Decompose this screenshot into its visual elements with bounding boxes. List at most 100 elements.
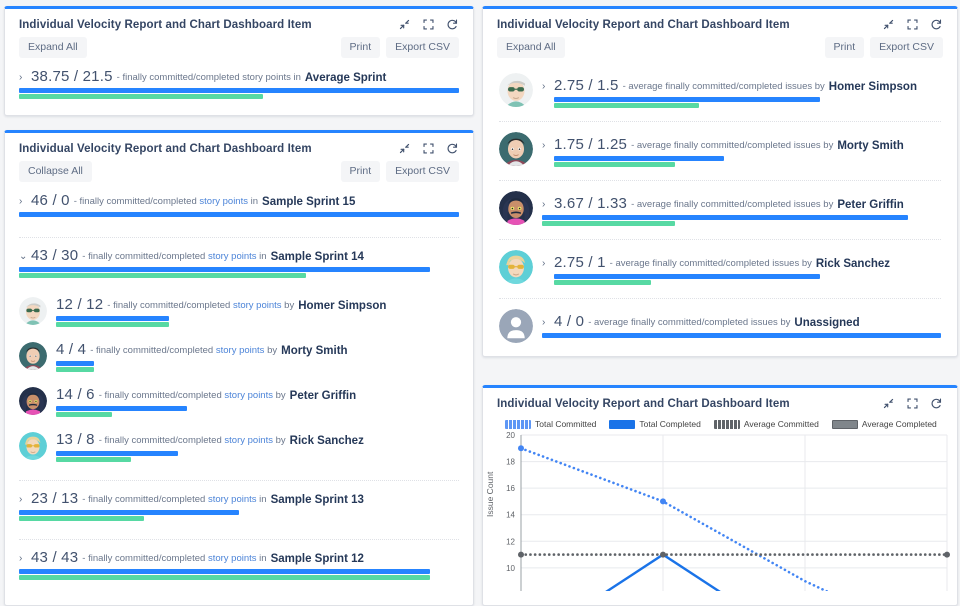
progress-bars [19,509,459,521]
story-points-link[interactable]: story points [224,435,273,446]
list-item[interactable]: › 46 / 0 - finally committed/completed s… [19,188,459,219]
expand-caret[interactable]: › [19,71,27,85]
committed-bar [56,360,94,366]
member-name: Homer Simpson [828,80,917,93]
avatar [499,131,533,166]
progress-bars [542,332,941,338]
maximize-icon[interactable] [906,18,919,31]
maximize-icon[interactable] [906,397,919,410]
committed-bar [542,332,941,338]
list-item[interactable]: › 3.67 / 1.33 - average finally committe… [499,179,941,228]
list-item[interactable]: › 38.75 / 21.5 - finally committed/compl… [19,64,459,101]
expand-caret[interactable]: › [19,552,27,566]
maximize-icon[interactable] [422,142,435,155]
desc-prefix: - finally committed/completed [82,553,206,564]
metric-description: - average finally committed/completed is… [588,317,791,328]
legend-item-total-completed[interactable]: Total Completed [609,419,701,429]
list-item[interactable]: › 2.75 / 1.5 - average finally committed… [499,68,941,110]
list-item[interactable]: › 4 / 0 - average finally committed/comp… [499,297,941,345]
metric-value: 38.75 / 21.5 [31,67,113,85]
metric-description: - finally committed/completed story poin… [116,72,301,83]
metric-value: 13 / 8 [56,430,95,448]
expand-caret[interactable]: › [19,493,27,507]
progress-bars [542,155,941,167]
export-csv-button[interactable]: Export CSV [386,37,459,58]
desc-prefix: - finally committed/completed [90,345,214,356]
minimize-icon[interactable] [882,397,895,410]
committed-bar [19,211,459,217]
maximize-icon[interactable] [422,18,435,31]
avatar [499,249,533,284]
refresh-icon[interactable] [446,142,459,155]
legend-label: Total Committed [535,419,597,429]
collapse-caret[interactable]: ⌄ [19,250,27,264]
list-item[interactable]: 12 / 12 - finally committed/completed st… [19,292,459,329]
committed-bar [554,96,821,102]
list-item[interactable]: 4 / 4 - finally committed/completed stor… [19,337,459,374]
progress-bars [19,568,459,580]
story-points-link[interactable]: story points [224,390,273,401]
legend-item-average-committed[interactable]: Average Committed [713,419,819,429]
minimize-icon[interactable] [398,18,411,31]
expand-caret[interactable]: › [542,316,550,330]
list-item[interactable]: › 2.75 / 1 - average finally committed/c… [499,238,941,287]
committed-bar [19,87,459,93]
metric-description: - finally committed/completed story poin… [82,251,266,264]
committed-bar [19,568,431,574]
expand-all-button[interactable]: Expand All [497,37,565,58]
print-button[interactable]: Print [340,161,381,182]
export-csv-button[interactable]: Export CSV [386,161,459,182]
expand-caret[interactable]: › [19,195,27,209]
panel-header-icons [398,18,459,31]
panel-header-icons [398,142,459,155]
progress-bars [56,405,459,417]
minimize-icon[interactable] [398,142,411,155]
velocity-line-chart: 10 12 14 16 18 20 [506,431,950,591]
progress-bars [56,315,459,327]
completed-bar [554,102,700,108]
story-points-link[interactable]: story points [208,553,257,564]
story-points-link[interactable]: story points [199,196,248,207]
story-points-link[interactable]: story points [208,494,257,505]
panel-velocity-chart: Individual Velocity Report and Chart Das… [482,385,958,606]
metric-description: - average finally committed/completed is… [631,140,834,151]
metric-value: 2.75 / 1 [554,253,606,271]
list-item[interactable]: 13 / 8 - finally committed/completed sto… [19,427,459,464]
member-name: Morty Smith [837,139,904,152]
metric-value: 1.75 / 1.25 [554,135,628,153]
story-points-link[interactable]: story points [233,300,282,311]
expand-caret[interactable]: › [542,80,550,94]
chart-plot-area: Issue Count 10 12 14 16 18 20 [483,431,957,591]
story-points-link[interactable]: story points [216,345,265,356]
chart-y-tick: 12 [506,537,515,546]
expand-caret[interactable]: › [542,257,550,271]
expand-all-button[interactable]: Expand All [19,37,87,58]
refresh-icon[interactable] [446,18,459,31]
list-item[interactable]: › 43 / 43 - finally committed/completed … [19,538,459,582]
list-item[interactable]: › 1.75 / 1.25 - average finally committe… [499,120,941,169]
chart-marker [944,551,950,558]
page-title: Individual Velocity Report and Chart Das… [19,142,312,155]
completed-bar [56,366,94,372]
expand-caret[interactable]: › [542,139,550,153]
legend-item-total-committed[interactable]: Total Committed [505,419,596,429]
legend-item-average-completed[interactable]: Average Completed [831,419,937,429]
desc-mid: by [275,435,286,446]
list-item[interactable]: › 23 / 13 - finally committed/completed … [19,479,459,523]
print-button[interactable]: Print [824,37,865,58]
sprint-rows: › 46 / 0 - finally committed/completed s… [5,188,473,582]
story-points-link[interactable]: story points [208,251,257,262]
minimize-icon[interactable] [882,18,895,31]
refresh-icon[interactable] [930,397,943,410]
expand-caret[interactable]: › [542,198,550,212]
print-button[interactable]: Print [340,37,381,58]
desc-prefix: - finally committed/completed [98,435,222,446]
refresh-icon[interactable] [930,18,943,31]
metric-description: - finally committed/completed story poin… [99,390,286,403]
unassigned-avatar [499,308,533,343]
list-item[interactable]: ⌄ 43 / 30 - finally committed/completed … [19,236,459,280]
collapse-all-button[interactable]: Collapse All [19,161,92,182]
completed-bar [56,321,169,327]
export-csv-button[interactable]: Export CSV [870,37,943,58]
list-item[interactable]: 14 / 6 - finally committed/completed sto… [19,382,459,419]
